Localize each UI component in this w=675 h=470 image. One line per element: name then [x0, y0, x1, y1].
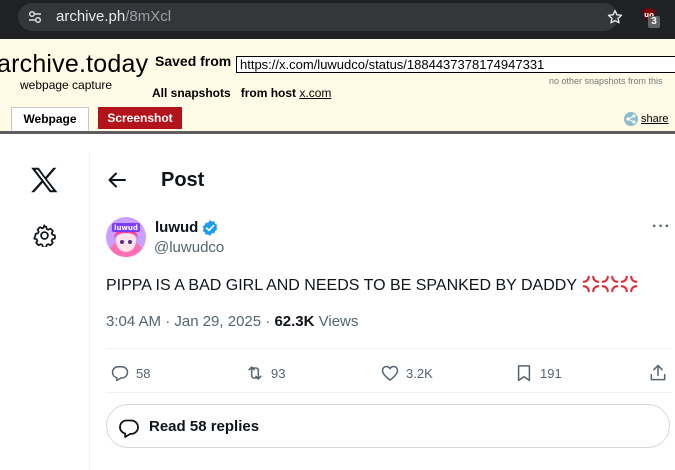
back-arrow-icon[interactable]	[107, 171, 127, 189]
anger-symbol-icon	[582, 275, 600, 293]
divider	[106, 392, 672, 393]
reply-count: 58	[136, 365, 151, 381]
post-metadata: 3:04 AM · Jan 29, 2025 · 62.3K Views	[106, 313, 358, 330]
host-link[interactable]: x.com	[299, 86, 331, 100]
archive-divider	[0, 131, 675, 134]
address-bar[interactable]: archive.ph/8mXcl	[18, 3, 623, 31]
verified-badge-icon	[202, 220, 218, 236]
author-handle[interactable]: @luwudco	[154, 239, 224, 256]
ublock-extension-button[interactable]: uo 3	[640, 8, 662, 30]
divider	[106, 348, 672, 349]
like-count: 3.2K	[406, 365, 433, 381]
x-logo-icon[interactable]	[30, 167, 58, 193]
sidebar-divider	[89, 152, 90, 470]
views-label: Views	[314, 313, 359, 330]
tweet-text: PIPPA IS A BAD GIRL AND NEEDS TO BE SPAN…	[106, 277, 577, 294]
archive-logo[interactable]: archive.today	[0, 50, 148, 78]
like-button[interactable]: 3.2K	[380, 362, 433, 384]
svg-text:luwud: luwud	[114, 224, 138, 232]
bookmark-button[interactable]: 191	[514, 362, 562, 384]
page-title: Post	[161, 169, 205, 191]
read-replies-label: Read 58 replies	[149, 418, 260, 435]
share-label: share	[641, 113, 669, 125]
archive-subtitle: webpage capture	[20, 78, 113, 92]
no-other-snapshots-text: no other snapshots from this	[549, 76, 663, 86]
reply-button[interactable]: 58	[110, 362, 150, 384]
bookmark-star-icon[interactable]	[606, 8, 624, 26]
views-count: 62.3K	[274, 313, 315, 330]
saved-from-label: Saved from	[155, 53, 232, 69]
archive-header: archive.today webpage capture Saved from…	[0, 39, 675, 132]
url-text[interactable]: archive.ph/8mXcl	[56, 9, 171, 25]
browser-toolbar: archive.ph/8mXcl uo 3	[0, 0, 675, 39]
saved-url-field[interactable]: https://x.com/luwudco/status/18844373781…	[236, 56, 675, 73]
avatar-image: luwud	[106, 217, 146, 257]
extension-badge: 3	[648, 16, 660, 28]
repost-icon	[248, 366, 262, 380]
all-snapshots-line: All snapshots from host x.com	[152, 86, 331, 100]
avatar[interactable]: luwud	[106, 217, 146, 257]
tab-webpage[interactable]: Webpage	[11, 107, 89, 132]
more-options-icon[interactable]: ···	[652, 218, 671, 236]
heart-icon	[381, 365, 399, 381]
bookmark-icon	[517, 365, 531, 382]
bookmark-count: 191	[540, 365, 562, 381]
site-settings-icon[interactable]	[28, 10, 42, 24]
repost-count: 93	[271, 365, 286, 381]
url-host: archive.ph	[56, 8, 126, 25]
repost-button[interactable]: 93	[245, 362, 285, 384]
reply-bubble-icon	[119, 419, 139, 438]
settings-gear-icon[interactable]	[33, 224, 56, 247]
share-icon	[624, 112, 638, 126]
all-snapshots-label: All snapshots	[152, 86, 231, 100]
author-display-name[interactable]: luwud	[155, 219, 198, 236]
from-host-label: from host	[240, 86, 297, 100]
post-timestamp[interactable]: 3:04 AM · Jan 29, 2025 ·	[106, 313, 274, 330]
share-button[interactable]	[648, 362, 674, 384]
anger-symbol-icon	[601, 275, 619, 293]
reply-icon	[111, 366, 129, 382]
tweet-text-line: PIPPA IS A BAD GIRL AND NEEDS TO BE SPAN…	[106, 275, 638, 295]
share-upload-icon	[650, 364, 666, 381]
read-replies-button[interactable]: Read 58 replies	[106, 404, 670, 448]
anger-symbol-icon	[620, 275, 638, 293]
share-link[interactable]: share	[624, 112, 669, 126]
tab-screenshot[interactable]: Screenshot	[98, 107, 182, 129]
url-path: /8mXcl	[125, 8, 172, 25]
